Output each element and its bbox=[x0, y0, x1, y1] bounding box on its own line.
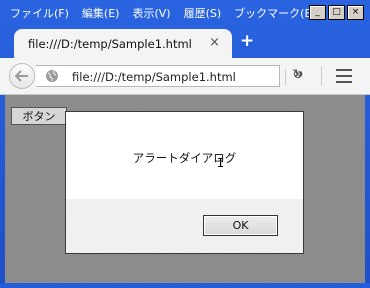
text-cursor-icon: I bbox=[217, 156, 225, 170]
tab-strip: file:///D:/temp/Sample1.html × + bbox=[0, 25, 370, 58]
menu-history[interactable]: 履歴(S) bbox=[178, 5, 229, 21]
back-arrow-icon bbox=[15, 70, 28, 82]
window-bottom-border bbox=[0, 283, 370, 288]
menu-file[interactable]: ファイル(F) bbox=[4, 5, 76, 21]
globe-icon bbox=[46, 70, 58, 82]
menu-edit[interactable]: 編集(E) bbox=[76, 5, 127, 21]
toolbar-divider bbox=[321, 66, 322, 86]
maximize-button[interactable]: □ bbox=[328, 5, 345, 20]
page-content: ボタン アラートダイアログ I OK bbox=[5, 95, 365, 283]
back-button[interactable] bbox=[9, 63, 35, 89]
overflow-icon[interactable]: » bbox=[294, 66, 303, 82]
close-icon[interactable]: × bbox=[209, 35, 220, 50]
tab-sample1[interactable]: file:///D:/temp/Sample1.html × bbox=[14, 29, 232, 58]
plus-icon[interactable]: + bbox=[240, 31, 254, 51]
window-controls: _ □ × bbox=[309, 5, 364, 20]
browser-window: ファイル(F) 編集(E) 表示(V) 履歴(S) ブックマーク(B) _ □ … bbox=[0, 0, 370, 288]
close-window-button[interactable]: × bbox=[347, 5, 364, 20]
page-button[interactable]: ボタン bbox=[11, 107, 67, 125]
minimize-button[interactable]: _ bbox=[309, 5, 326, 20]
hamburger-menu-icon[interactable] bbox=[336, 69, 352, 87]
url-bar[interactable]: file:///D:/temp/Sample1.html ↻ bbox=[36, 65, 304, 87]
alert-dialog: アラートダイアログ I OK bbox=[65, 111, 304, 254]
ok-button[interactable]: OK bbox=[203, 215, 278, 236]
url-divider bbox=[285, 69, 286, 85]
tab-title: file:///D:/temp/Sample1.html bbox=[28, 36, 192, 51]
url-text: file:///D:/temp/Sample1.html bbox=[72, 70, 236, 84]
dialog-message: アラートダイアログ bbox=[132, 151, 237, 165]
menu-view[interactable]: 表示(V) bbox=[126, 5, 177, 21]
nav-bar: file:///D:/temp/Sample1.html ↻ » bbox=[0, 58, 370, 95]
